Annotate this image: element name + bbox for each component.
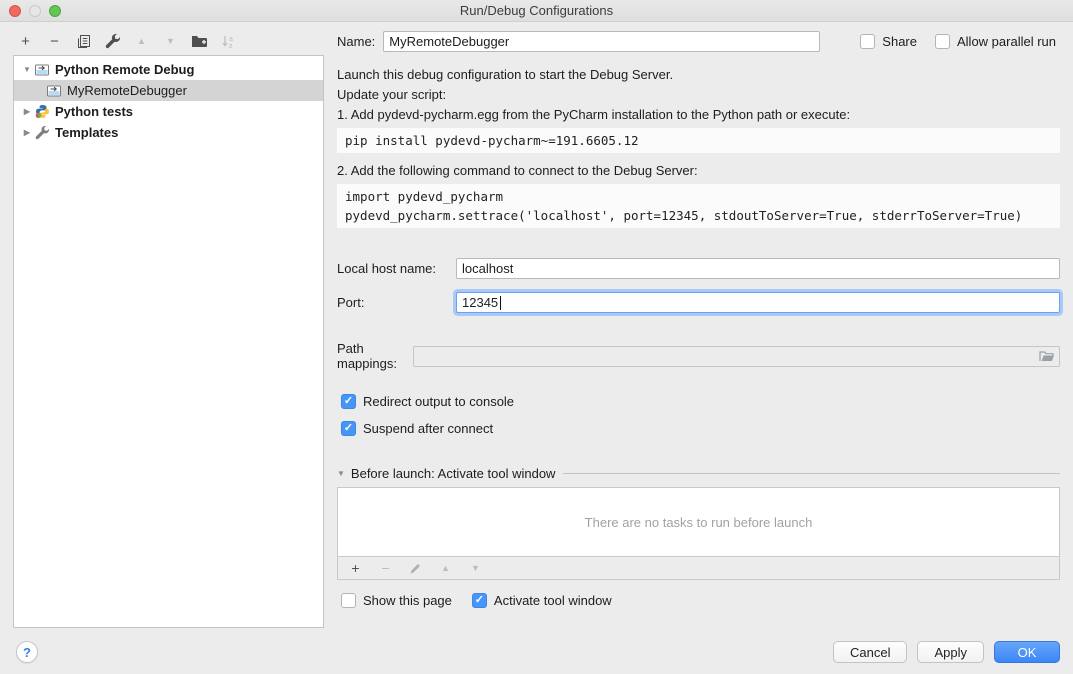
python-tests-icon: [35, 105, 51, 119]
chevron-down-icon[interactable]: ▼: [337, 469, 345, 478]
share-checkbox-group[interactable]: ✓ Share: [860, 34, 917, 49]
before-launch-task-list[interactable]: There are no tasks to run before launch: [337, 487, 1060, 557]
templates-wrench-icon: [35, 126, 51, 140]
show-this-page-label: Show this page: [363, 593, 452, 608]
edit-task-icon[interactable]: [407, 559, 424, 577]
allow-parallel-label: Allow parallel run: [957, 34, 1056, 49]
move-task-up-icon[interactable]: ▲: [437, 559, 454, 577]
tree-item-myremotedebugger[interactable]: MyRemoteDebugger: [14, 80, 323, 101]
instruction-step-1: 1. Add pydevd-pycharm.egg from the PyCha…: [337, 105, 1060, 125]
move-up-icon[interactable]: ▲: [133, 32, 150, 50]
configurations-tree: ▼ Python Remote Debug MyRemoteDebugger ▶…: [13, 55, 324, 628]
configurations-toolbar: + − ▲ ▼ az: [17, 31, 237, 51]
add-configuration-icon[interactable]: +: [17, 32, 34, 50]
remote-debug-config-icon: [35, 63, 51, 77]
name-label: Name:: [337, 34, 375, 49]
path-mappings-field[interactable]: [413, 346, 1060, 367]
chevron-down-icon[interactable]: ▼: [19, 65, 35, 74]
activate-tool-window-checkbox[interactable]: ✓: [472, 593, 487, 608]
chevron-right-icon[interactable]: ▶: [19, 128, 35, 137]
suspend-after-connect-label: Suspend after connect: [363, 421, 493, 436]
svg-text:z: z: [229, 43, 233, 49]
redirect-output-label: Redirect output to console: [363, 394, 514, 409]
local-host-label: Local host name:: [337, 261, 456, 276]
share-checkbox[interactable]: ✓: [860, 34, 875, 49]
suspend-after-connect-checkbox[interactable]: ✓: [341, 421, 356, 436]
remote-debug-config-icon: [47, 84, 63, 98]
remove-task-icon[interactable]: −: [377, 559, 394, 577]
add-task-icon[interactable]: +: [347, 559, 364, 577]
activate-tool-window-group[interactable]: ✓ Activate tool window: [472, 593, 612, 608]
section-divider: [563, 473, 1060, 474]
apply-button[interactable]: Apply: [917, 641, 984, 663]
instruction-step-2: 2. Add the following command to connect …: [337, 161, 1060, 181]
titlebar[interactable]: Run/Debug Configurations: [0, 0, 1073, 22]
empty-tasks-message: There are no tasks to run before launch: [585, 515, 813, 530]
help-icon: ?: [23, 645, 31, 660]
tree-item-label: Templates: [55, 125, 118, 140]
allow-parallel-checkbox[interactable]: ✓: [935, 34, 950, 49]
local-host-input[interactable]: [456, 258, 1060, 279]
help-button[interactable]: ?: [16, 641, 38, 663]
copy-configuration-icon[interactable]: [75, 32, 92, 50]
tree-item-templates[interactable]: ▶ Templates: [14, 122, 323, 143]
remove-configuration-icon[interactable]: −: [46, 32, 63, 50]
pip-install-code: pip install pydevd-pycharm~=191.6605.12: [337, 128, 1060, 153]
ok-button[interactable]: OK: [994, 641, 1060, 663]
browse-folder-icon[interactable]: [1039, 350, 1055, 363]
before-launch-title: Before launch: Activate tool window: [351, 466, 556, 481]
tree-item-label: Python Remote Debug: [55, 62, 194, 77]
port-input[interactable]: [456, 292, 1060, 313]
svg-text:a: a: [229, 36, 233, 43]
configuration-editor: Name: ✓ Share ✓ Allow parallel run Launc…: [337, 30, 1060, 608]
show-this-page-group[interactable]: ✓ Show this page: [341, 593, 452, 608]
edit-templates-icon[interactable]: [104, 32, 121, 50]
tree-item-python-remote-debug[interactable]: ▼ Python Remote Debug: [14, 59, 323, 80]
sort-alphabetically-icon[interactable]: az: [220, 32, 237, 50]
path-mappings-label: Path mappings:: [337, 341, 413, 371]
new-folder-icon[interactable]: [191, 32, 208, 50]
activate-tool-window-label: Activate tool window: [494, 593, 612, 608]
before-launch-section-header[interactable]: ▼ Before launch: Activate tool window: [337, 466, 1060, 481]
chevron-right-icon[interactable]: ▶: [19, 107, 35, 116]
port-label: Port:: [337, 295, 456, 310]
tree-item-label: Python tests: [55, 104, 133, 119]
move-task-down-icon[interactable]: ▼: [467, 559, 484, 577]
before-launch-toolbar: + − ▲ ▼: [337, 557, 1060, 580]
redirect-output-checkbox[interactable]: ✓: [341, 394, 356, 409]
redirect-output-group[interactable]: ✓ Redirect output to console: [341, 394, 1060, 409]
share-label: Share: [882, 34, 917, 49]
cancel-button[interactable]: Cancel: [833, 641, 907, 663]
window-title: Run/Debug Configurations: [0, 3, 1073, 18]
suspend-after-connect-group[interactable]: ✓ Suspend after connect: [341, 421, 1060, 436]
tree-item-python-tests[interactable]: ▶ Python tests: [14, 101, 323, 122]
name-input[interactable]: [383, 31, 820, 52]
allow-parallel-checkbox-group[interactable]: ✓ Allow parallel run: [935, 34, 1056, 49]
settrace-code-line-1: import pydevd_pycharm: [345, 187, 1052, 206]
instruction-line-1: Launch this debug configuration to start…: [337, 65, 1060, 85]
move-down-icon[interactable]: ▼: [162, 32, 179, 50]
dialog-buttons: Cancel Apply OK: [833, 641, 1060, 663]
instruction-line-2: Update your script:: [337, 85, 1060, 105]
settrace-code: import pydevd_pycharm pydevd_pycharm.set…: [337, 184, 1060, 228]
tree-item-label: MyRemoteDebugger: [67, 83, 187, 98]
show-this-page-checkbox[interactable]: ✓: [341, 593, 356, 608]
settrace-code-line-2: pydevd_pycharm.settrace('localhost', por…: [345, 206, 1052, 225]
text-caret: [500, 296, 501, 310]
